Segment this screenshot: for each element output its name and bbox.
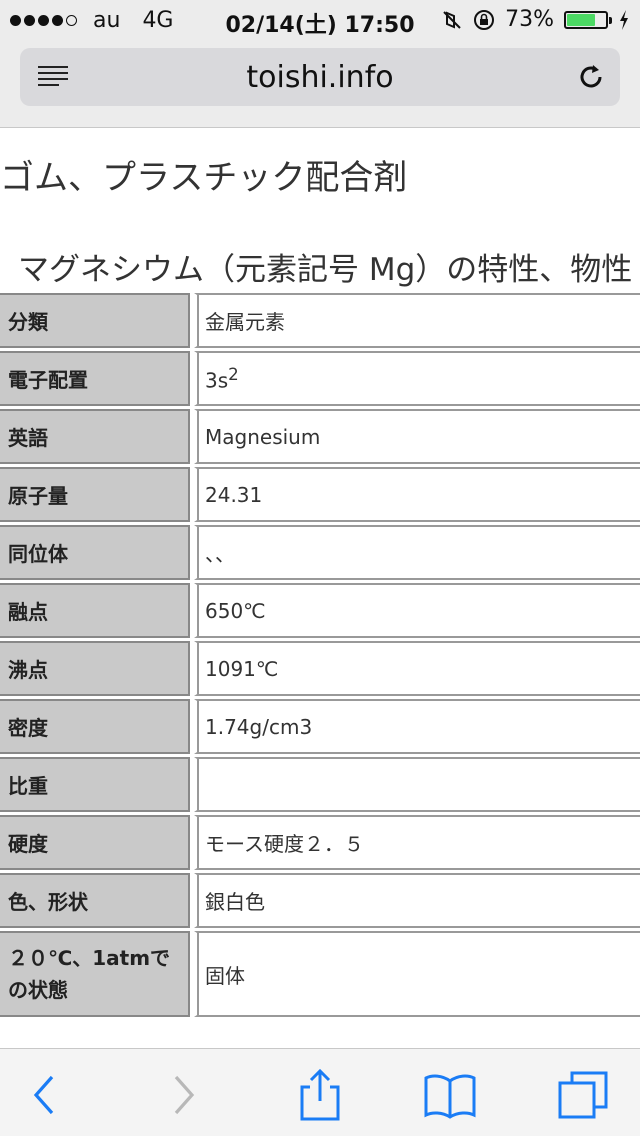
property-value-text: 1.74g/cm3 (205, 714, 313, 739)
property-label: 分類 (0, 293, 190, 348)
battery-level (567, 13, 595, 26)
properties-heading: マグネシウム（元素記号 Mg）の特性、物性 (18, 252, 633, 288)
property-value-text: 固体 (205, 963, 245, 988)
table-row: 英語 Magnesium (0, 409, 640, 464)
status-right: 73% (441, 7, 630, 32)
battery-icon (564, 10, 612, 29)
property-label: 沸点 (0, 641, 190, 696)
charging-bolt-icon (620, 9, 628, 30)
battery-percent: 73% (505, 7, 554, 32)
property-value: 、、 (194, 525, 640, 580)
forward-chevron-icon[interactable] (154, 1067, 210, 1123)
property-value-text: 金属元素 (205, 310, 285, 334)
property-value: 銀白色 (194, 873, 640, 928)
properties-table: 分類 金属元素 電子配置 3s2 英語 Magnesium 原子量 24.31 同位体、、 融点 6… (0, 290, 640, 1020)
property-value-text: 3s (205, 368, 229, 393)
property-label: 電子配置 (0, 351, 190, 406)
rotation-lock-icon (474, 9, 495, 30)
browser-address-bar: toishi.info (0, 40, 640, 128)
url-field[interactable]: toishi.info (20, 48, 620, 106)
reload-icon[interactable] (576, 62, 606, 92)
table-row: ２０℃、1atmでの状態 固体 (0, 931, 640, 1017)
back-chevron-icon[interactable] (18, 1067, 74, 1123)
property-value: 1.74g/cm3 (194, 699, 640, 754)
property-label: 比重 (0, 757, 190, 812)
property-value-text: 、、 (205, 542, 235, 566)
property-label: 融点 (0, 583, 190, 638)
property-label: 硬度 (0, 815, 190, 870)
table-row: 電子配置 3s2 (0, 351, 640, 406)
property-value: 650℃ (194, 583, 640, 638)
status-bar: au 4G 02/14(土) 17:50 73% (0, 0, 640, 40)
property-value: 固体 (194, 931, 640, 1017)
property-value-text: 1091℃ (205, 656, 279, 681)
property-value-text: 24.31 (205, 482, 263, 507)
property-label: 原子量 (0, 467, 190, 522)
property-value: 24.31 (194, 467, 640, 522)
property-value: Magnesium (194, 409, 640, 464)
superscript: 2 (228, 364, 239, 384)
browser-toolbar (0, 1048, 640, 1136)
table-row: 融点 650℃ (0, 583, 640, 638)
property-value: 金属元素 (194, 293, 640, 348)
table-row: 硬度 モース硬度２．５ (0, 815, 640, 870)
property-value (194, 757, 640, 812)
web-page-content: ゴム、プラスチック配合剤 マグネシウム（元素記号 Mg）の特性、物性 分類 金属元… (0, 128, 640, 1048)
property-value-text: 銀白色 (205, 890, 265, 914)
property-value: モース硬度２．５ (194, 815, 640, 870)
table-row: 沸点 1091℃ (0, 641, 640, 696)
table-row: 原子量 24.31 (0, 467, 640, 522)
property-value: 3s2 (194, 351, 640, 406)
tabs-icon[interactable] (556, 1067, 612, 1123)
property-label: 密度 (0, 699, 190, 754)
property-label: ２０℃、1atmでの状態 (0, 931, 190, 1017)
table-row: 分類 金属元素 (0, 293, 640, 348)
property-value-text: 650℃ (205, 598, 266, 623)
screen: au 4G 02/14(土) 17:50 73% toishi.info ゴム、… (0, 0, 640, 1136)
property-value-text: モース硬度２．５ (205, 832, 364, 856)
table-row: 密度 1.74g/cm3 (0, 699, 640, 754)
table-row: 色、形状 銀白色 (0, 873, 640, 928)
property-label: 英語 (0, 409, 190, 464)
share-icon[interactable] (292, 1067, 348, 1123)
usage-heading: ゴム、プラスチック配合剤 (0, 158, 408, 198)
bookmarks-book-icon[interactable] (422, 1067, 478, 1123)
property-label: 同位体 (0, 525, 190, 580)
property-label: 色、形状 (0, 873, 190, 928)
table-row: 比重 (0, 757, 640, 812)
url-text[interactable]: toishi.info (20, 60, 620, 95)
property-value: 1091℃ (194, 641, 640, 696)
property-value-text: Magnesium (205, 424, 321, 449)
table-row: 同位体、、 (0, 525, 640, 580)
do-not-disturb-icon (443, 10, 461, 29)
